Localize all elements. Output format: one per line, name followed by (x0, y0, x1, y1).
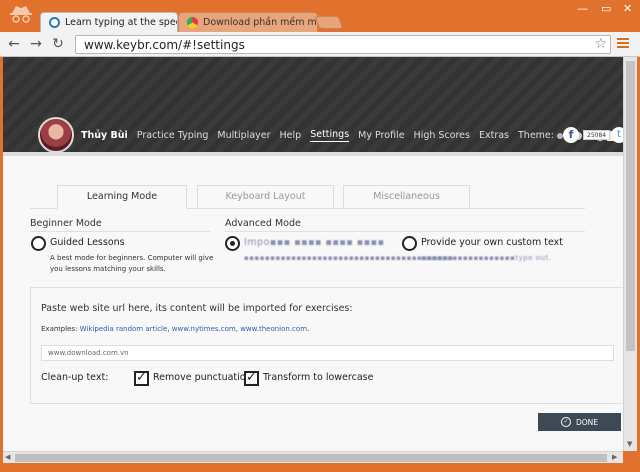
divider (30, 231, 210, 232)
custom-text-desc: ▪▪▪▪▪▪▪▪▪▪▪▪▪▪▪▪▪▪type out. (421, 254, 552, 262)
tab-title: Download phần mềm miễ (203, 17, 318, 28)
browser-titlebar: Learn typing at the speed ✕ Download phầ… (0, 0, 640, 32)
site-nav: Thủy Bùi Practice Typing Multiplayer Hel… (81, 129, 619, 142)
incognito-icon (10, 6, 32, 23)
horizontal-scroll-thumb[interactable] (15, 454, 607, 462)
remove-punctuation-label[interactable]: Remove punctuation (153, 372, 252, 383)
url-import-panel: Paste web site url here, its content wil… (30, 287, 623, 404)
settings-tabs: Learning Mode Keyboard Layout Miscellane… (30, 185, 585, 209)
scroll-down-arrow-icon[interactable]: ▼ (627, 440, 632, 448)
download-favicon-icon (187, 17, 198, 28)
avatar[interactable] (38, 117, 74, 153)
twitter-icon[interactable]: t (611, 127, 623, 143)
tab-learning-mode[interactable]: Learning Mode (57, 185, 187, 209)
guided-lessons-desc-line1: A best mode for beginners. Computer will… (50, 254, 214, 262)
lowercase-checkbox[interactable]: ✓ (244, 371, 259, 386)
facebook-count: 25084 (583, 130, 611, 140)
tab-miscellaneous[interactable]: Miscellaneous (343, 185, 470, 209)
scroll-right-arrow-icon[interactable]: ▶ (612, 453, 617, 461)
nav-high-scores[interactable]: High Scores (414, 130, 470, 141)
guided-lessons-desc-line2: you lessons matching your skills. (50, 265, 166, 273)
import-text-radio[interactable] (225, 236, 240, 251)
done-label: DONE (575, 417, 599, 427)
nav-help[interactable]: Help (280, 130, 302, 141)
browser-tab-active[interactable]: Learn typing at the speed ✕ (40, 12, 178, 32)
forward-arrow-icon[interactable]: → (28, 36, 44, 52)
tab-keyboard-layout[interactable]: Keyboard Layout (197, 185, 334, 209)
custom-text-radio[interactable] (402, 236, 417, 251)
reload-icon[interactable]: ↻ (50, 36, 66, 52)
nav-multiplayer[interactable]: Multiplayer (217, 130, 270, 141)
nav-extras[interactable]: Extras (479, 130, 509, 141)
custom-text-label[interactable]: Provide your own custom text (421, 237, 563, 248)
url-input[interactable] (41, 345, 614, 361)
browser-tab-inactive[interactable]: Download phần mềm miễ ✕ (178, 12, 318, 32)
cleanup-label: Clean-up text: (41, 372, 109, 383)
remove-punctuation-checkbox[interactable]: ✓ (134, 371, 149, 386)
user-name[interactable]: Thủy Bùi (81, 130, 128, 141)
examples-label: Examples: (41, 325, 80, 333)
guided-lessons-label[interactable]: Guided Lessons (50, 237, 125, 248)
advanced-mode-heading: Advanced Mode (225, 218, 301, 229)
address-url: www.keybr.com/#!settings (84, 38, 245, 52)
page-content: Thủy Bùi Practice Typing Multiplayer Hel… (3, 57, 623, 451)
theme-label: Theme: (518, 130, 554, 141)
nav-my-profile[interactable]: My Profile (358, 130, 404, 141)
done-button[interactable]: ✓ DONE (538, 413, 621, 431)
header-divider (3, 152, 623, 156)
close-window-icon[interactable]: ✕ (623, 2, 632, 15)
bookmark-star-icon[interactable]: ☆ (594, 36, 607, 52)
chrome-menu-icon[interactable] (617, 38, 629, 50)
check-circle-icon: ✓ (560, 417, 571, 427)
vertical-scrollbar[interactable]: ▼ (623, 57, 637, 451)
keybr-favicon-icon (49, 17, 60, 28)
url-import-title: Paste web site url here, its content wil… (41, 303, 353, 314)
browser-toolbar: ← → ↻ www.keybr.com/#!settings ☆ (0, 32, 640, 57)
maximize-icon[interactable]: ▭ (601, 2, 611, 15)
nav-settings[interactable]: Settings (310, 129, 350, 142)
examples-line: Examples: Wikipedia random article, www.… (41, 325, 310, 333)
example-link-theonion[interactable]: www.theonion.com (240, 325, 307, 333)
scroll-left-arrow-icon[interactable]: ◀ (5, 453, 10, 461)
example-link-wikipedia[interactable]: Wikipedia random article (80, 325, 168, 333)
minimize-icon[interactable]: — (577, 2, 588, 15)
guided-lessons-radio[interactable] (31, 236, 46, 251)
horizontal-scrollbar[interactable]: ◀ ▶ (3, 451, 623, 463)
example-link-nytimes[interactable]: www.nytimes.com (172, 325, 236, 333)
divider (225, 231, 585, 232)
new-tab-button[interactable] (314, 16, 344, 29)
beginner-mode-heading: Beginner Mode (30, 218, 102, 229)
address-bar[interactable]: www.keybr.com/#!settings ☆ (75, 35, 611, 54)
nav-practice-typing[interactable]: Practice Typing (137, 130, 209, 141)
tab-title: Learn typing at the speed (65, 17, 178, 28)
vertical-scroll-thumb[interactable] (626, 61, 635, 351)
lowercase-label[interactable]: Transform to lowercase (263, 372, 373, 383)
facebook-icon[interactable]: f (563, 127, 579, 143)
back-arrow-icon[interactable]: ← (6, 36, 22, 52)
import-text-label[interactable]: Impo▪▪▪ ▪▪▪▪ ▪▪▪▪ ▪▪▪▪ (244, 237, 385, 248)
